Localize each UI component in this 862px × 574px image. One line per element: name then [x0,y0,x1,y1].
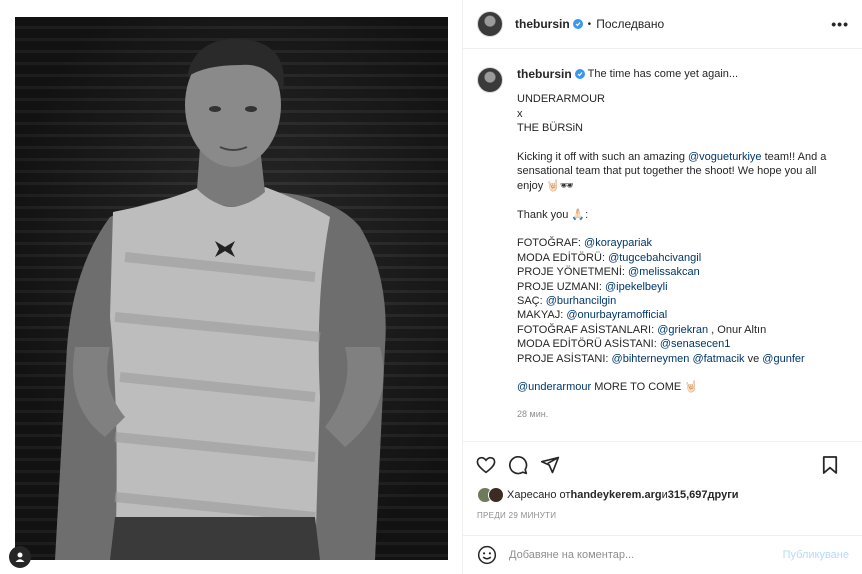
comment-button[interactable] [507,454,529,476]
caption-line: @underarmour MORE TO COME 🤘🏻 [517,380,847,394]
caption-text-segment: MODA EDİTÖRÜ ASİSTANI: [517,338,660,351]
caption-text-segment: MORE TO COME 🤘🏻 [591,381,698,394]
post-photo[interactable] [15,17,448,560]
caption-text-segment: FOTOĞRAF ASİSTANLARI: [517,323,658,336]
verified-badge-icon [574,69,585,80]
publish-button[interactable]: Публикуване [783,549,849,561]
caption-author-avatar[interactable] [477,67,503,93]
share-button[interactable] [539,454,561,476]
caption-line: MODA EDİTÖRÜ ASİSTANI: @senasecen1 [517,337,847,351]
separator-dot: • [587,18,592,30]
action-bar [463,441,862,487]
caption-text-segment: x [517,107,523,120]
liker-avatars[interactable] [477,487,507,503]
heart-icon [476,456,496,473]
mention-link[interactable]: @vogueturkiye [688,151,762,163]
caption-text-segment: PROJE ASİSTANI: [517,352,612,365]
bookmark-icon [822,456,838,474]
caption-text: UNDERARMOUR x THE BÜRSiN Kicking it off wit… [517,92,847,394]
mention-link[interactable]: @senasecen1 [660,338,731,350]
caption-line: THE BÜRSiN [517,121,847,135]
liker-avatar [488,487,504,503]
likes-user-link[interactable]: handeykerem.arg [570,489,661,501]
post-time-ago[interactable]: ПРЕДИ 29 МИНУТИ [477,511,556,520]
author-avatar[interactable] [477,11,503,37]
caption-line [517,366,847,380]
caption-text-segment: enjoy 🤘🏻🕶 [517,179,575,192]
caption-text-segment: MODA EDİTÖRÜ: [517,251,609,264]
caption-line [517,193,847,207]
mention-link[interactable]: @gunfer [762,353,804,365]
caption-title: The time has come yet again... [587,68,739,80]
caption-area: thebursin The time has come yet again...… [463,49,862,441]
photo-figure [55,38,386,560]
caption-text-segment: SAÇ: [517,295,546,308]
mention-link[interactable]: @griekran [657,324,708,336]
caption-text-segment: sensational team that put together the s… [517,165,817,178]
likes-summary: Харесано от handeykerem.arg и 315,697 др… [477,487,739,503]
verified-badge-icon [572,19,583,29]
caption-text-segment: THE BÜRSiN [517,122,584,135]
like-button[interactable] [475,454,497,476]
caption-line: UNDERARMOUR [517,92,847,106]
caption-line: FOTOĞRAF ASİSTANLARI: @griekran , Onur A… [517,323,847,337]
caption-line: x [517,107,847,121]
emoji-icon [477,545,497,565]
caption-line: MAKYAJ: @onurbayramofficial [517,308,847,322]
caption-text-segment: ve [744,352,763,365]
caption-text-segment: PROJE UZMANI: [517,280,606,293]
caption-username[interactable]: thebursin [517,67,572,81]
mention-link[interactable]: @koraypariak [584,237,652,249]
follow-status-button[interactable]: Последвано [596,17,664,31]
likes-suffix[interactable]: други [708,489,739,501]
comment-icon [509,455,528,474]
save-button[interactable] [819,454,841,476]
caption-line: Kicking it off with such an amazing @vog… [517,150,847,164]
mention-link[interactable]: @bihterneymen [612,353,690,365]
post-details-panel: thebursin • Последвано ••• thebursin The… [462,0,862,574]
caption-line: Thank you 🙏🏻: [517,208,847,222]
mention-link[interactable]: @fatmacik [692,353,744,365]
send-icon [540,456,560,473]
caption-body: thebursin The time has come yet again...… [517,67,847,421]
mention-link[interactable]: @tugcebahcivangil [608,252,701,264]
mention-link[interactable]: @burhancilgin [546,295,617,307]
caption-text-segment: Kicking it off with such an amazing [517,151,688,164]
caption-line: enjoy 🤘🏻🕶 [517,179,847,193]
mention-link[interactable]: @melissakcan [628,266,700,278]
post-header: thebursin • Последвано ••• [463,0,862,49]
caption-line: sensational team that put together the s… [517,164,847,178]
more-options-icon[interactable]: ••• [831,16,849,32]
caption-text-segment: team!! And a [761,151,827,164]
mention-link[interactable]: @ipekelbeyli [605,281,668,293]
caption-text-segment: FOTOĞRAF: [517,237,585,250]
caption-text-segment: UNDERARMOUR [517,93,605,106]
caption-text-segment: PROJE YÖNETMENİ: [517,266,629,279]
user-tag-icon[interactable] [9,546,31,568]
post-media-pane [0,0,462,574]
caption-line: FOTOĞRAF: @koraypariak [517,236,847,250]
mention-link[interactable]: @onurbayramofficial [566,309,667,321]
author-username[interactable]: thebursin [515,17,570,31]
likes-prefix: Харесано от [507,489,571,501]
caption-line: PROJE UZMANI: @ipekelbeyli [517,280,847,294]
caption-line [517,222,847,236]
caption-text-segment: , Onur Altın [708,323,767,336]
likes-count-link[interactable]: 315,697 [668,489,708,501]
caption-header: thebursin The time has come yet again... [517,67,847,81]
caption-line: MODA EDİTÖRÜ: @tugcebahcivangil [517,251,847,265]
caption-text-segment: Thank you 🙏🏻: [517,208,589,221]
caption-timestamp: 28 мин. [517,408,549,419]
caption-text-segment: MAKYAJ: [517,309,567,322]
caption-line [517,136,847,150]
caption-line: SAÇ: @burhancilgin [517,294,847,308]
caption-line: PROJE ASİSTANI: @bihterneymen @fatmacik … [517,352,847,366]
comment-input[interactable] [509,549,769,561]
caption-line: PROJE YÖNETMENİ: @melissakcan [517,265,847,279]
mention-link[interactable]: @underarmour [517,381,591,393]
caption-comment: thebursin The time has come yet again...… [477,67,849,421]
comment-composer: Публикуване [463,535,862,574]
emoji-button[interactable] [477,545,497,565]
